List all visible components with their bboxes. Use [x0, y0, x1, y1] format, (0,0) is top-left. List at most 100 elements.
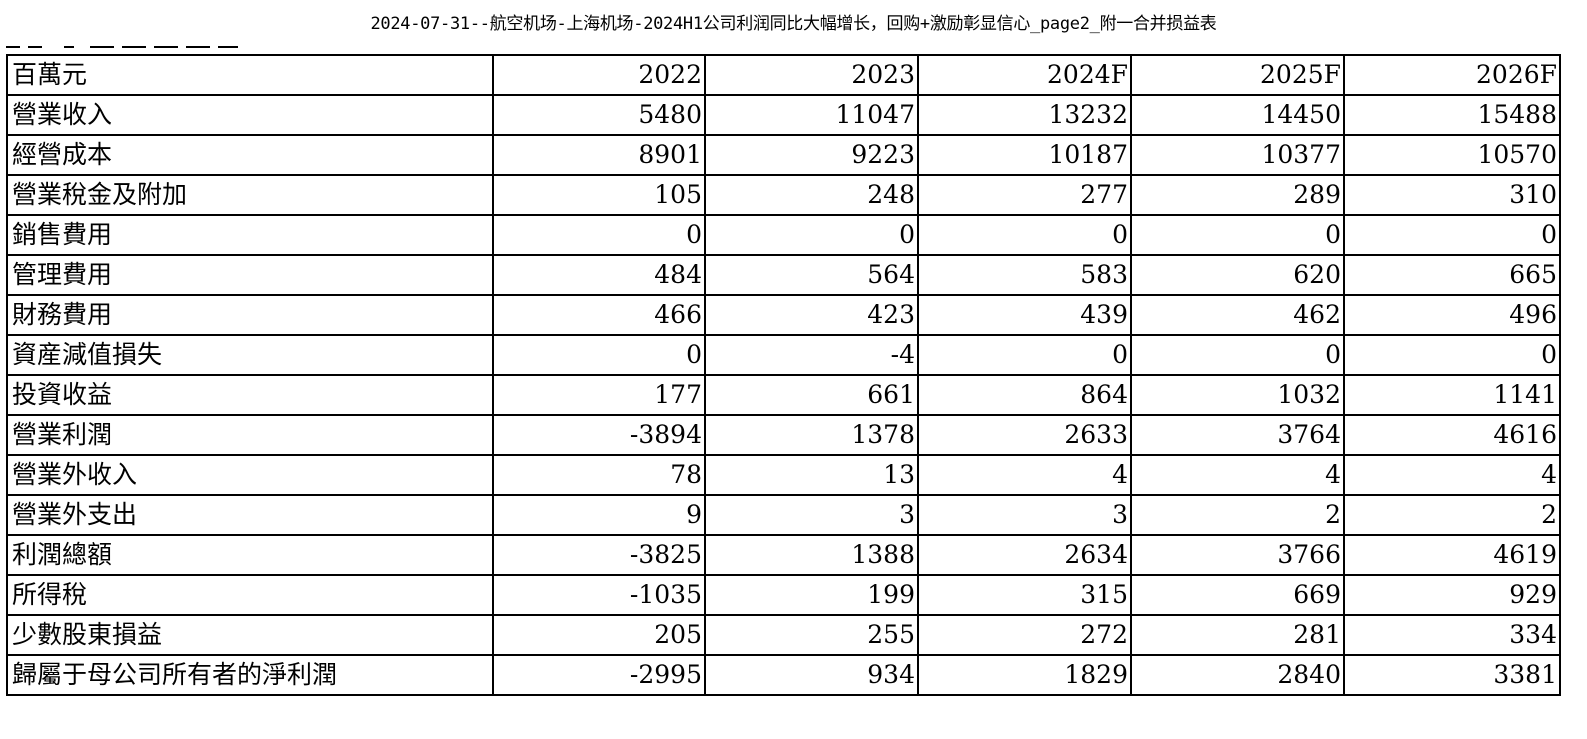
cell-2024f: 272	[917, 614, 1132, 656]
row-label: 投資收益	[6, 374, 494, 416]
cell-2025f: 620	[1130, 254, 1345, 296]
cell-2022: -3894	[492, 414, 706, 456]
cell-2023: 248	[704, 174, 919, 216]
cell-2023: 661	[704, 374, 919, 416]
cell-2022: -3825	[492, 534, 706, 576]
cell-2022: 205	[492, 614, 706, 656]
cell-2024f: 0	[917, 214, 1132, 256]
row-label: 營業外收入	[6, 454, 494, 496]
table-row: 銷售費用 0 0 0 0 0	[6, 214, 1561, 256]
cell-2024f: 864	[917, 374, 1132, 416]
cell-2023: 1378	[704, 414, 919, 456]
row-label: 營業稅金及附加	[6, 174, 494, 216]
page-title: 2024-07-31--航空机场-上海机场-2024H1公司利润同比大幅增长，回…	[370, 14, 1217, 34]
row-label: 營業利潤	[6, 414, 494, 456]
cell-2024f: 0	[917, 334, 1132, 376]
cell-2024f: 1829	[917, 654, 1132, 696]
cell-2022: 105	[492, 174, 706, 216]
table-body: 百萬元 2022 2023 2024F 2025F 2026F 營業收入 5480…	[6, 54, 1561, 696]
cell-2024f: 2634	[917, 534, 1132, 576]
table-row: 利潤總額 -3825 1388 2634 3766 4619	[6, 534, 1561, 576]
cell-2025f: 2	[1130, 494, 1345, 536]
cell-2026f: 929	[1343, 574, 1561, 616]
table-row: 少數股東損益 205 255 272 281 334	[6, 614, 1561, 656]
cell-2023: 199	[704, 574, 919, 616]
cell-2023: 11047	[704, 94, 919, 136]
cell-2022: 466	[492, 294, 706, 336]
cell-2025f: 462	[1130, 294, 1345, 336]
cell-2024f: 277	[917, 174, 1132, 216]
cell-2025f: 3766	[1130, 534, 1345, 576]
row-label: 營業外支出	[6, 494, 494, 536]
row-label: 歸屬于母公司所有者的淨利潤	[6, 654, 494, 696]
cell-2025f: 1032	[1130, 374, 1345, 416]
table-row: 營業稅金及附加 105 248 277 289 310	[6, 174, 1561, 216]
row-label: 利潤總額	[6, 534, 494, 576]
cell-2022: -1035	[492, 574, 706, 616]
cell-2025f: 2840	[1130, 654, 1345, 696]
table-row: 營業外支出 9 3 3 2 2	[6, 494, 1561, 536]
cell-2023: 564	[704, 254, 919, 296]
cell-2023: 9223	[704, 134, 919, 176]
cell-2025f: 289	[1130, 174, 1345, 216]
header-row: 百萬元 2022 2023 2024F 2025F 2026F	[6, 54, 1561, 96]
row-label: 管理費用	[6, 254, 494, 296]
cell-2024f: 3	[917, 494, 1132, 536]
cell-2024f: 439	[917, 294, 1132, 336]
row-label: 銷售費用	[6, 214, 494, 256]
row-label: 營業收入	[6, 94, 494, 136]
cell-2022: 0	[492, 214, 706, 256]
cell-2026f: 4619	[1343, 534, 1561, 576]
table-row: 營業收入 5480 11047 13232 14450 15488	[6, 94, 1561, 136]
cell-2026f: 4616	[1343, 414, 1561, 456]
cell-2026f: 310	[1343, 174, 1561, 216]
cropped-heading-remnant	[6, 34, 246, 48]
cell-2023: 1388	[704, 534, 919, 576]
cell-2024f: 583	[917, 254, 1132, 296]
cell-2025f: 10377	[1130, 134, 1345, 176]
table-row: 投資收益 177 661 864 1032 1141	[6, 374, 1561, 416]
cell-2026f: 665	[1343, 254, 1561, 296]
row-label: 財務費用	[6, 294, 494, 336]
row-label: 資産減值損失	[6, 334, 494, 376]
cell-2025f: 0	[1130, 214, 1345, 256]
table-row: 財務費用 466 423 439 462 496	[6, 294, 1561, 336]
header-cell-2022: 2022	[492, 54, 706, 96]
header-cell-2026f: 2026F	[1343, 54, 1561, 96]
cell-2025f: 669	[1130, 574, 1345, 616]
cell-2025f: 4	[1130, 454, 1345, 496]
cell-2024f: 10187	[917, 134, 1132, 176]
cell-2026f: 10570	[1343, 134, 1561, 176]
cell-2025f: 3764	[1130, 414, 1345, 456]
cell-2022: 9	[492, 494, 706, 536]
cell-2026f: 334	[1343, 614, 1561, 656]
row-label: 經營成本	[6, 134, 494, 176]
cell-2024f: 4	[917, 454, 1132, 496]
table-row: 管理費用 484 564 583 620 665	[6, 254, 1561, 296]
header-cell-unit: 百萬元	[6, 54, 494, 96]
table-row: 歸屬于母公司所有者的淨利潤 -2995 934 1829 2840 3381	[6, 654, 1561, 696]
cell-2024f: 2633	[917, 414, 1132, 456]
cell-2025f: 0	[1130, 334, 1345, 376]
table-row: 所得稅 -1035 199 315 669 929	[6, 574, 1561, 616]
cell-2023: 0	[704, 214, 919, 256]
cell-2022: 0	[492, 334, 706, 376]
cell-2024f: 315	[917, 574, 1132, 616]
header-cell-2025f: 2025F	[1130, 54, 1345, 96]
cell-2026f: 1141	[1343, 374, 1561, 416]
header-cell-2024f: 2024F	[917, 54, 1132, 96]
cell-2023: 255	[704, 614, 919, 656]
cell-2025f: 14450	[1130, 94, 1345, 136]
cell-2026f: 3381	[1343, 654, 1561, 696]
cell-2023: -4	[704, 334, 919, 376]
cell-2026f: 0	[1343, 334, 1561, 376]
cell-2023: 3	[704, 494, 919, 536]
income-statement-table: 百萬元 2022 2023 2024F 2025F 2026F 營業收入 5480…	[6, 54, 1561, 696]
row-label: 少數股東損益	[6, 614, 494, 656]
cell-2023: 423	[704, 294, 919, 336]
cell-2023: 934	[704, 654, 919, 696]
cell-2022: 78	[492, 454, 706, 496]
cell-2025f: 281	[1130, 614, 1345, 656]
table-row: 營業外收入 78 13 4 4 4	[6, 454, 1561, 496]
cell-2024f: 13232	[917, 94, 1132, 136]
